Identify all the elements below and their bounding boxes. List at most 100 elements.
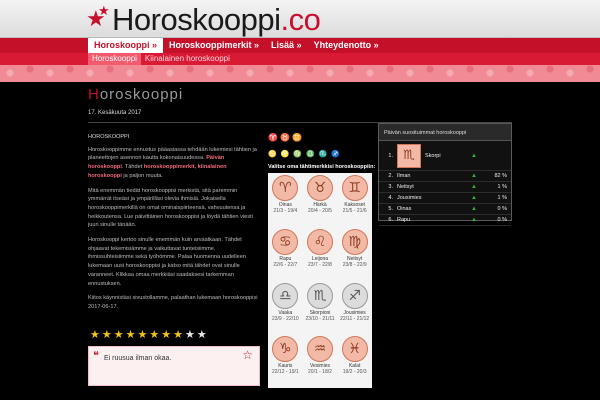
rating-stars[interactable]: ★ ★ ★ ★ ★ ★ ★ ★ ★ ★ bbox=[90, 329, 207, 340]
zodiac-dates: 20/4 - 20/5 bbox=[308, 208, 332, 214]
nav-item[interactable]: Horoskooppimerkit » bbox=[163, 38, 265, 53]
rating-star-icon[interactable]: ★ bbox=[161, 329, 171, 340]
zodiac-icon: ♐ bbox=[341, 282, 368, 309]
article-paragraph: Horoskooppi kertoo sinulle enemmän kuin … bbox=[88, 237, 246, 287]
arrow-up-icon: ▲ bbox=[471, 195, 477, 201]
article-paragraph: Kiitos käynnistäsi sivustollamme, palaat… bbox=[88, 295, 258, 310]
main-nav: Horoskooppi » Horoskooppimerkit » Lisää » Y… bbox=[0, 38, 600, 53]
rating-star-icon[interactable]: ★ bbox=[114, 329, 124, 340]
zodiac-dates: 23/7 - 22/8 bbox=[308, 261, 332, 268]
rank-name: Rapu bbox=[397, 217, 411, 223]
subnav-item[interactable]: Horoskooppi bbox=[88, 53, 141, 65]
rating-star-icon[interactable]: ★ bbox=[173, 329, 183, 340]
zodiac-subheading: ♋ ♌ ♍ ♎ ♏ ♐ bbox=[268, 151, 342, 158]
rank-number: 2. bbox=[388, 173, 393, 179]
zodiac-dates: 21/5 - 21/6 bbox=[342, 208, 367, 214]
ranking-row[interactable]: 2. Ilman ▲ 82 % bbox=[379, 171, 511, 182]
rank-percent: 0 % bbox=[497, 217, 507, 223]
zodiac-sign-härkä[interactable]: ♉ Härkä 20/4 - 20/5 bbox=[303, 173, 338, 227]
ranking-row[interactable]: 4. Jousimies ▲ 1 % bbox=[379, 193, 511, 204]
zodiac-dates: 23/9 - 22/10 bbox=[271, 315, 299, 322]
ranking-panel: Päivän suosituimmat horoskooppi 1. ♏ Skorp… bbox=[378, 123, 512, 226]
zodiac-icon: ♋ bbox=[272, 228, 299, 255]
page-title: Horoskooppi bbox=[88, 86, 184, 103]
arrow-up-icon: ▲ bbox=[471, 152, 477, 159]
zodiac-sign-vesimies[interactable]: ♒ Vesimies 20/1 - 18/2 bbox=[303, 334, 338, 388]
arrow-up-icon: ▲ bbox=[471, 217, 477, 223]
zodiac-dates: 22/11 - 21/12 bbox=[340, 315, 370, 322]
rank-number: 1. bbox=[388, 152, 393, 159]
zodiac-dates: 19/2 - 20/3 bbox=[342, 369, 367, 376]
zodiac-sign-oinas[interactable]: ♈ Oinas 21/3 - 19/4 bbox=[268, 173, 303, 227]
zodiac-icon: ♑ bbox=[272, 336, 299, 363]
zodiac-icon: ♒ bbox=[306, 336, 333, 363]
article-paragraph: Mitä enemmän tiedät horoskooppisi merkis… bbox=[88, 187, 253, 229]
site-logo[interactable]: ★ ★ Horoskooppi.co bbox=[86, 2, 321, 37]
nav-item[interactable]: Lisää » bbox=[265, 38, 308, 53]
zodiac-sign-jousimies[interactable]: ♐ Jousimies 22/11 - 21/12 bbox=[337, 281, 372, 335]
page-date: 17. Kesäkuuta 2017 bbox=[88, 110, 142, 116]
zodiac-icon: ♊ bbox=[341, 175, 368, 201]
rank-name: Oinas bbox=[397, 206, 412, 212]
zodiac-sign-kaksoset[interactable]: ♊ Kaksoset 21/5 - 21/6 bbox=[337, 173, 372, 227]
zodiac-sign-leijona[interactable]: ♌ Leijona 23/7 - 22/8 bbox=[303, 227, 338, 281]
ranking-row[interactable]: 6. Rapu ▲ 0 % bbox=[379, 215, 511, 226]
rating-star-icon[interactable]: ★ bbox=[90, 329, 100, 340]
arrow-up-icon: ▲ bbox=[471, 184, 477, 190]
nav-item[interactable]: Horoskooppi » bbox=[88, 38, 164, 53]
rank-name: Ilman bbox=[397, 173, 411, 179]
zodiac-icon: ♉ bbox=[306, 175, 333, 201]
logo-text: Horoskooppi.co bbox=[112, 2, 321, 37]
zodiac-icon: ♏ bbox=[306, 282, 333, 309]
rank-percent: 0 % bbox=[497, 206, 507, 212]
nav-item[interactable]: Yhteydenotto » bbox=[308, 38, 385, 53]
article-paragraph: Horoskooppimme ennustus pääasiassa tehdä… bbox=[88, 146, 257, 179]
rank-name: Skorpi bbox=[425, 152, 441, 159]
rating-star-icon[interactable]: ★ bbox=[197, 329, 207, 340]
rating-star-icon[interactable]: ★ bbox=[102, 329, 112, 340]
rank-percent: 1 % bbox=[497, 184, 507, 190]
rank-number: 6. bbox=[388, 217, 393, 223]
zodiac-lead: Valitse oma tähtimerkkisi horoskooppiin: bbox=[268, 164, 376, 170]
rank-percent: 1 % bbox=[497, 195, 507, 201]
logo-star-icon: ★ ★ bbox=[86, 4, 110, 32]
scorpio-icon: ♏ bbox=[397, 143, 421, 168]
star-outline-icon: ☆ bbox=[242, 348, 253, 362]
zodiac-dates: 23/8 - 22/9 bbox=[342, 261, 367, 268]
decorative-band bbox=[0, 65, 600, 82]
zodiac-sign-neitsyt[interactable]: ♍ Neitsyt 23/8 - 22/9 bbox=[337, 227, 372, 281]
quote-icon: ❝ bbox=[93, 349, 99, 362]
quote-box: ❝ Ei ruusua ilman okaa. ☆ bbox=[88, 346, 260, 386]
rating-star-icon[interactable]: ★ bbox=[149, 329, 159, 340]
zodiac-icon: ♍ bbox=[341, 228, 368, 255]
zodiac-sign-rapu[interactable]: ♋ Rapu 22/6 - 22/7 bbox=[268, 227, 303, 281]
zodiac-dates: 21/3 - 19/4 bbox=[273, 208, 298, 214]
arrow-up-icon: ▲ bbox=[471, 206, 477, 212]
rating-star-icon[interactable]: ★ bbox=[138, 329, 148, 340]
rating-star-icon[interactable]: ★ bbox=[126, 329, 136, 340]
sub-nav: Horoskooppi Kiinalainen horoskooppi bbox=[0, 53, 600, 65]
ranking-row[interactable]: 3. Neitsyt ▲ 1 % bbox=[379, 182, 511, 193]
zodiac-icon: ♓ bbox=[341, 336, 368, 363]
article-title: HOROSKOOPPI bbox=[88, 134, 130, 140]
ranking-header: Päivän suosituimmat horoskooppi bbox=[379, 124, 511, 141]
subnav-item[interactable]: Kiinalainen horoskooppi bbox=[141, 53, 234, 65]
article-body: HOROSKOOPPI Horoskooppimme ennustus pääa… bbox=[88, 133, 260, 318]
ranking-row[interactable]: 1. ♏ Skorpi ▲ bbox=[379, 141, 511, 171]
zodiac-sign-vaaka[interactable]: ♎ Vaaka 23/9 - 22/10 bbox=[268, 281, 303, 335]
rank-percent: 82 % bbox=[494, 173, 507, 179]
zodiac-sign-skorpioni[interactable]: ♏ Skorpioni 23/10 - 21/11 bbox=[303, 281, 338, 335]
rank-name: Neitsyt bbox=[397, 184, 414, 190]
zodiac-icon: ♎ bbox=[272, 282, 299, 309]
site-header: ★ ★ Horoskooppi.co bbox=[0, 0, 600, 38]
zodiac-dates: 20/1 - 18/2 bbox=[308, 369, 332, 376]
rating-star-icon[interactable]: ★ bbox=[185, 329, 195, 340]
zodiac-icon: ♌ bbox=[306, 228, 333, 255]
zodiac-icon: ♈ bbox=[272, 175, 299, 201]
zodiac-grid: ♈ Oinas 21/3 - 19/4 ♉ Härkä 20/4 - 20/5 ♊ Kakso… bbox=[268, 173, 372, 388]
ranking-row[interactable]: 5. Oinas ▲ 0 % bbox=[379, 204, 511, 215]
zodiac-sign-kauris[interactable]: ♑ Kauris 22/12 - 19/1 bbox=[268, 334, 303, 388]
zodiac-sign-kalat[interactable]: ♓ Kalat 19/2 - 20/3 bbox=[337, 334, 372, 388]
zodiac-dates: 22/6 - 22/7 bbox=[273, 261, 298, 268]
zodiac-dates: 22/12 - 19/1 bbox=[271, 369, 299, 376]
